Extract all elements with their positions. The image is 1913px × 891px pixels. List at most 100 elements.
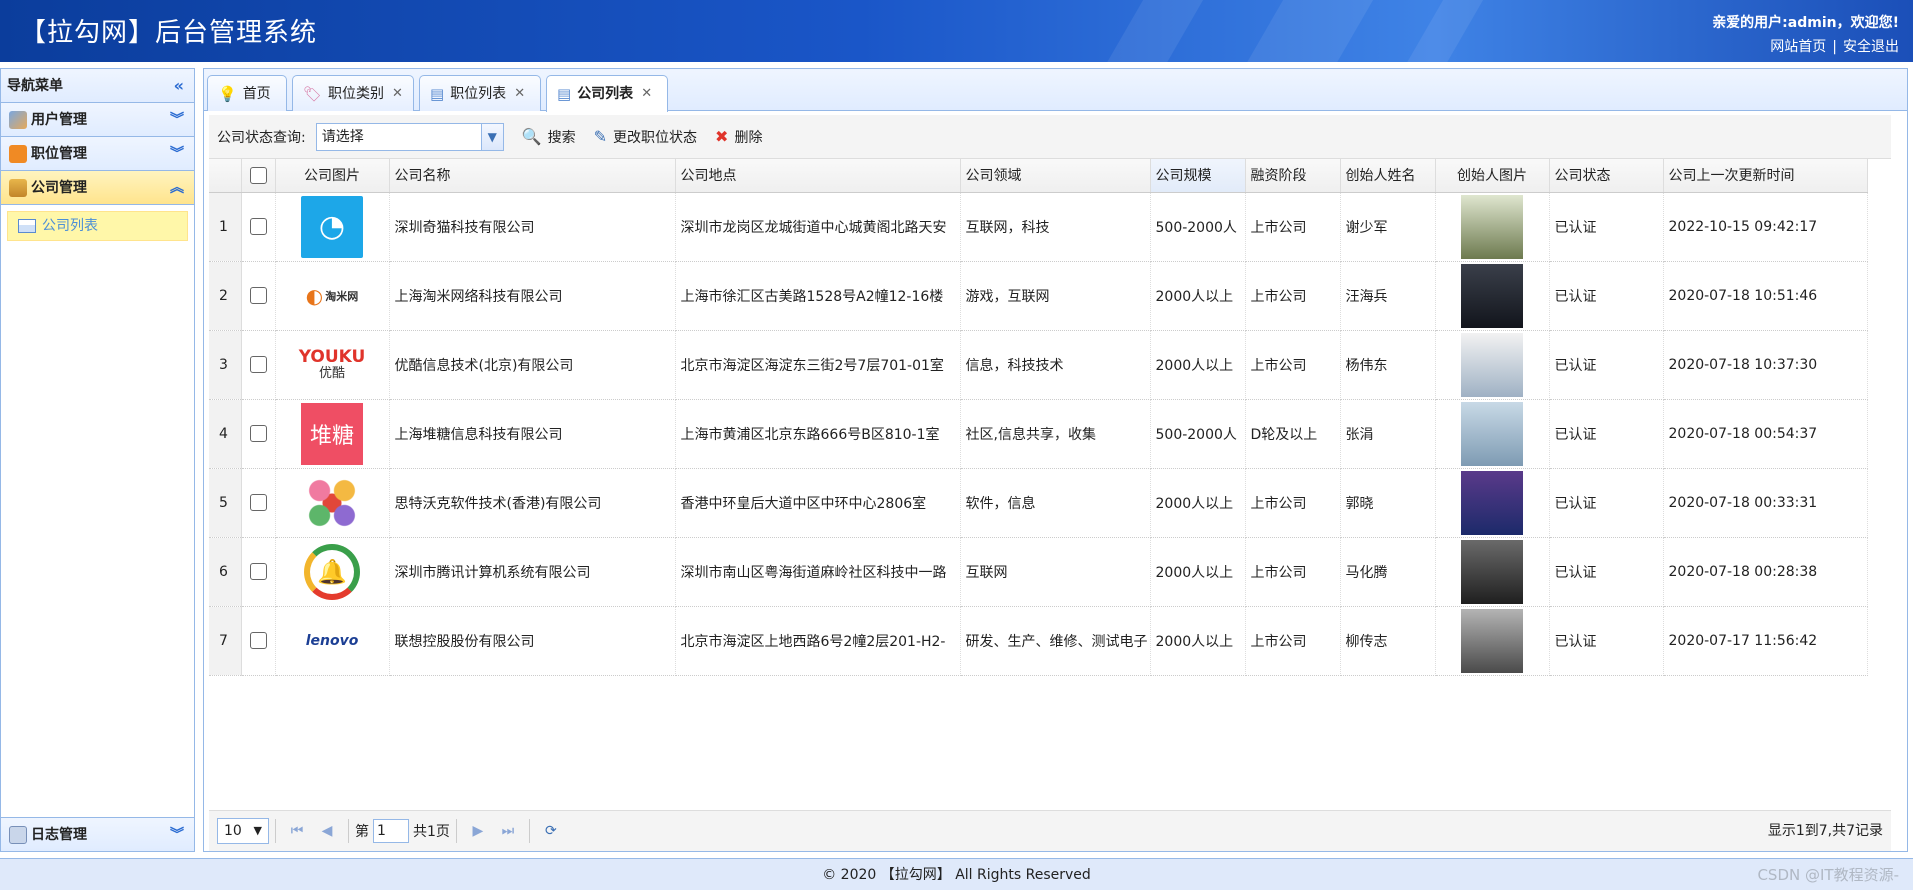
founder-name: 张涓 xyxy=(1340,399,1436,469)
close-icon[interactable]: ✕ xyxy=(392,77,403,111)
company-field: 互联网 xyxy=(960,537,1151,607)
pager-divider xyxy=(348,819,349,843)
tab-job-category[interactable]: 🏷 职位类别 ✕ xyxy=(292,75,414,111)
table-row[interactable]: 4 堆糖 上海堆糖信息科技有限公司 上海市黄浦区北京东路666号B区810-1室 社区,… xyxy=(209,399,1868,469)
chevron-down-icon: ︾ xyxy=(170,826,184,843)
table-row[interactable]: 5 思特沃克软件技术(香港)有限公司 香港中环皇后大道中区中环中心2806室 软件，信… xyxy=(209,468,1868,538)
close-icon[interactable]: ✕ xyxy=(641,77,652,111)
row-checkbox[interactable] xyxy=(249,494,267,511)
row-checkbox[interactable] xyxy=(249,356,267,373)
pagination-bar: 10 ▼ ⏮ ◀ 第 1 共1页 ▶ ⏭ ⟳ 显示1到7,共7记录 xyxy=(209,810,1891,851)
sidebar-item-company-list[interactable]: 公司列表 xyxy=(7,211,188,241)
table-row[interactable]: 6 🔔 深圳市腾讯计算机系统有限公司 深圳市南山区粤海街道麻岭社区科技中一路 互联网 20… xyxy=(209,537,1868,607)
next-page-icon[interactable]: ▶ xyxy=(463,823,493,839)
home-link[interactable]: 网站首页 xyxy=(1770,39,1826,55)
row-number: 2 xyxy=(209,261,242,331)
page-number-input[interactable]: 1 xyxy=(373,819,409,843)
pager-divider xyxy=(275,819,276,843)
col-header-stage[interactable]: 融资阶段 xyxy=(1245,159,1341,193)
nav-group-users[interactable]: 用户管理 ︾ xyxy=(1,103,194,137)
row-checkbox[interactable] xyxy=(249,632,267,649)
toolbar: 公司状态查询: 请选择 ▼ 🔍 搜索 ✎ 更改职位状态 ✖ 删除 xyxy=(209,115,1891,159)
company-name: 深圳奇猫科技有限公司 xyxy=(389,192,676,262)
company-table: 公司图片 公司名称 公司地点 公司领域 公司规模 融资阶段 创始人姓名 创始人图… xyxy=(209,159,1891,810)
tab-home[interactable]: 💡 首页 xyxy=(207,75,287,111)
page-size-value: 10 xyxy=(224,823,242,839)
main-panel: 💡 首页 🏷 职位类别 ✕ ▤ 职位列表 ✕ ▤ 公司列表 ✕ 公司状态查询: … xyxy=(203,68,1908,852)
founder-name: 汪海兵 xyxy=(1340,261,1436,331)
col-header-founder-photo[interactable]: 创始人图片 xyxy=(1435,159,1550,193)
rownum-header xyxy=(209,159,242,193)
logout-link[interactable]: 安全退出 xyxy=(1843,39,1899,55)
tab-job-list[interactable]: ▤ 职位列表 ✕ xyxy=(419,75,541,111)
company-logo-cell: 🔔 xyxy=(275,537,390,607)
header-links: 网站首页 | 安全退出 xyxy=(1770,36,1899,56)
founder-photo xyxy=(1461,470,1523,535)
company-status: 已认证 xyxy=(1549,606,1664,676)
chevron-down-icon: ︾ xyxy=(170,145,184,162)
select-all-checkbox[interactable] xyxy=(249,166,267,184)
company-location: 深圳市龙岗区龙城街道中心城黄阁北路天安 xyxy=(675,192,961,262)
col-header-founder[interactable]: 创始人姓名 xyxy=(1340,159,1436,193)
col-header-size[interactable]: 公司规模 xyxy=(1150,159,1246,193)
col-header-status[interactable]: 公司状态 xyxy=(1549,159,1664,193)
nav-title: 导航菜单 xyxy=(7,78,63,94)
col-header-name[interactable]: 公司名称 xyxy=(389,159,676,193)
first-page-icon[interactable]: ⏮ xyxy=(282,823,312,839)
delete-button[interactable]: ✖ 删除 xyxy=(715,127,762,147)
nav-group-logs[interactable]: 日志管理 ︾ xyxy=(1,817,194,851)
table-row[interactable]: 2 ◐ 淘米网 上海淘米网络科技有限公司 上海市徐汇区古美路1528号A2幢12-16楼… xyxy=(209,261,1868,331)
company-status: 已认证 xyxy=(1549,537,1664,607)
row-checkbox[interactable] xyxy=(249,563,267,580)
duitang-logo: 堆糖 xyxy=(301,402,363,465)
row-checkbox[interactable] xyxy=(249,218,267,235)
tab-bar: 💡 首页 🏷 职位类别 ✕ ▤ 职位列表 ✕ ▤ 公司列表 ✕ xyxy=(204,69,1907,112)
company-location: 香港中环皇后大道中区中环中心2806室 xyxy=(675,468,961,538)
founder-photo xyxy=(1461,608,1523,673)
prev-page-icon[interactable]: ◀ xyxy=(312,823,342,839)
row-checkbox[interactable] xyxy=(249,287,267,304)
updated-time: 2020-07-17 11:56:42 xyxy=(1663,606,1868,676)
refresh-icon[interactable]: ⟳ xyxy=(536,823,566,839)
founder-photo-cell xyxy=(1435,606,1550,676)
col-header-updated[interactable]: 公司上一次更新时间 xyxy=(1663,159,1868,193)
table-row[interactable]: 1 ◔ 深圳奇猫科技有限公司 深圳市龙岗区龙城街道中心城黄阁北路天安 互联网，科技 500… xyxy=(209,192,1868,262)
logo-text: lenovo xyxy=(305,632,359,649)
table-row[interactable]: 7 lenovo 联想控股股份有限公司 北京市海淀区上地西路6号2幢2层201-H2-… xyxy=(209,606,1868,676)
company-logo-cell: YOUKU 优酷 xyxy=(275,330,390,400)
updated-time: 2020-07-18 10:51:46 xyxy=(1663,261,1868,331)
founder-name: 杨伟东 xyxy=(1340,330,1436,400)
company-location: 深圳市南山区粤海街道麻岭社区科技中一路 xyxy=(675,537,961,607)
company-status: 已认证 xyxy=(1549,468,1664,538)
delete-icon: ✖ xyxy=(715,127,729,146)
pager-divider xyxy=(455,819,457,843)
col-header-field[interactable]: 公司领域 xyxy=(960,159,1151,193)
company-field: 游戏，互联网 xyxy=(960,261,1151,331)
change-status-button[interactable]: ✎ 更改职位状态 xyxy=(594,127,697,147)
nav-group-company[interactable]: 公司管理 ︽ xyxy=(1,171,194,205)
collapse-left-icon[interactable]: « xyxy=(174,69,184,103)
company-size: 500-2000人 xyxy=(1150,192,1246,262)
page-total: 共1页 xyxy=(413,824,450,840)
tencent-logo: 🔔 xyxy=(301,541,363,603)
nav-panel: 导航菜单 « 用户管理 ︾ 职位管理 ︾ 公司管理 ︽ 公司列表 日志管理 ︾ xyxy=(0,68,195,852)
row-checkbox[interactable] xyxy=(249,425,267,442)
close-icon[interactable]: ✕ xyxy=(514,77,525,111)
nav-sub-list: 公司列表 xyxy=(1,205,194,247)
company-logo-cell: ◐ 淘米网 xyxy=(275,261,390,331)
row-number: 3 xyxy=(209,330,242,400)
col-header-logo[interactable]: 公司图片 xyxy=(275,159,390,193)
status-query-label: 公司状态查询: xyxy=(217,129,306,146)
nav-group-jobs[interactable]: 职位管理 ︾ xyxy=(1,137,194,171)
nav-group-label: 公司管理 xyxy=(31,179,87,196)
table-row[interactable]: 3 YOUKU 优酷 优酷信息技术(北京)有限公司 北京市海淀区海淀东三街2号7层701… xyxy=(209,330,1868,400)
search-button[interactable]: 🔍 搜索 xyxy=(522,127,576,147)
nav-bottom: 日志管理 ︾ xyxy=(1,817,194,851)
status-select[interactable]: 请选择 ▼ xyxy=(315,122,504,151)
chevron-down-icon: ▼ xyxy=(480,123,503,150)
funding-stage: 上市公司 xyxy=(1245,468,1341,538)
last-page-icon[interactable]: ⏭ xyxy=(493,823,523,839)
page-size-select[interactable]: 10 ▼ xyxy=(217,818,269,844)
col-header-location[interactable]: 公司地点 xyxy=(675,159,961,193)
tab-company-list[interactable]: ▤ 公司列表 ✕ xyxy=(546,75,668,112)
